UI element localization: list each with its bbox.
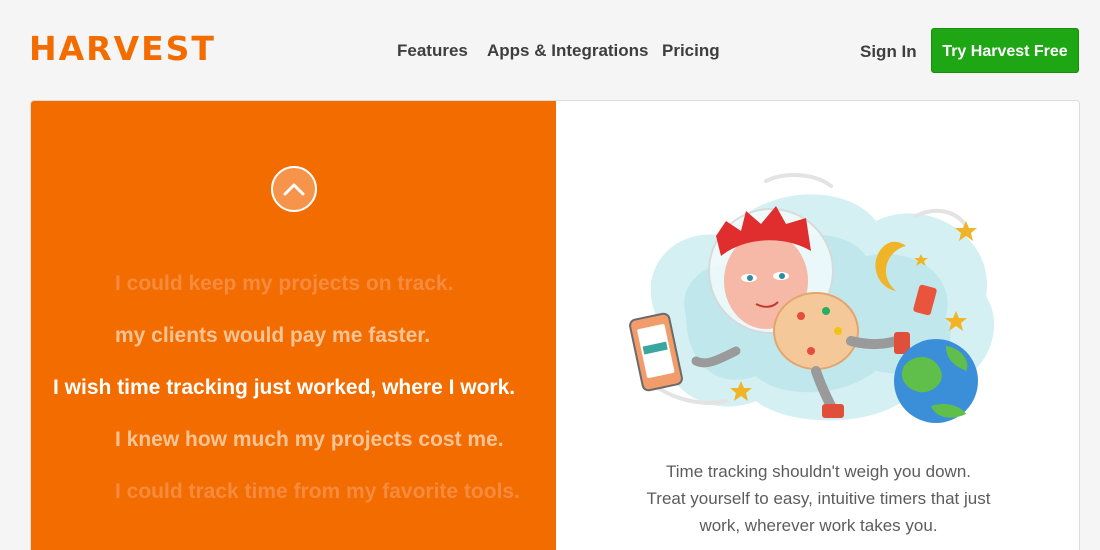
hero-card: I could keep my projects on track. my cl… [30, 100, 1080, 550]
nav-features-link[interactable]: Features [397, 40, 468, 62]
tagline-line: Treat yourself to easy, intuitive timers… [646, 489, 991, 508]
site-header: HARVEST Features Apps & Integrations Pri… [0, 0, 1100, 100]
astronaut-illustration [629, 173, 995, 423]
hero-tagline: Time tracking shouldn't weigh you down. … [556, 458, 1079, 539]
chevron-up-icon [283, 183, 305, 196]
harvest-logo[interactable]: HARVEST [29, 30, 216, 68]
carousel-line-active: I wish time tracking just worked, where … [53, 376, 516, 399]
nav-pricing-link[interactable]: Pricing [662, 40, 720, 62]
try-harvest-free-button[interactable]: Try Harvest Free [931, 28, 1079, 73]
hero-illustration-panel: Time tracking shouldn't weigh you down. … [556, 101, 1079, 550]
tagline-line: work, wherever work takes you. [699, 516, 938, 535]
nav-apps-integrations-link[interactable]: Apps & Integrations [487, 40, 649, 62]
carousel-up-button[interactable] [271, 166, 317, 212]
sign-in-link[interactable]: Sign In [860, 41, 917, 63]
hero-carousel-panel: I could keep my projects on track. my cl… [31, 101, 556, 550]
tagline-line: Time tracking shouldn't weigh you down. [666, 462, 971, 481]
